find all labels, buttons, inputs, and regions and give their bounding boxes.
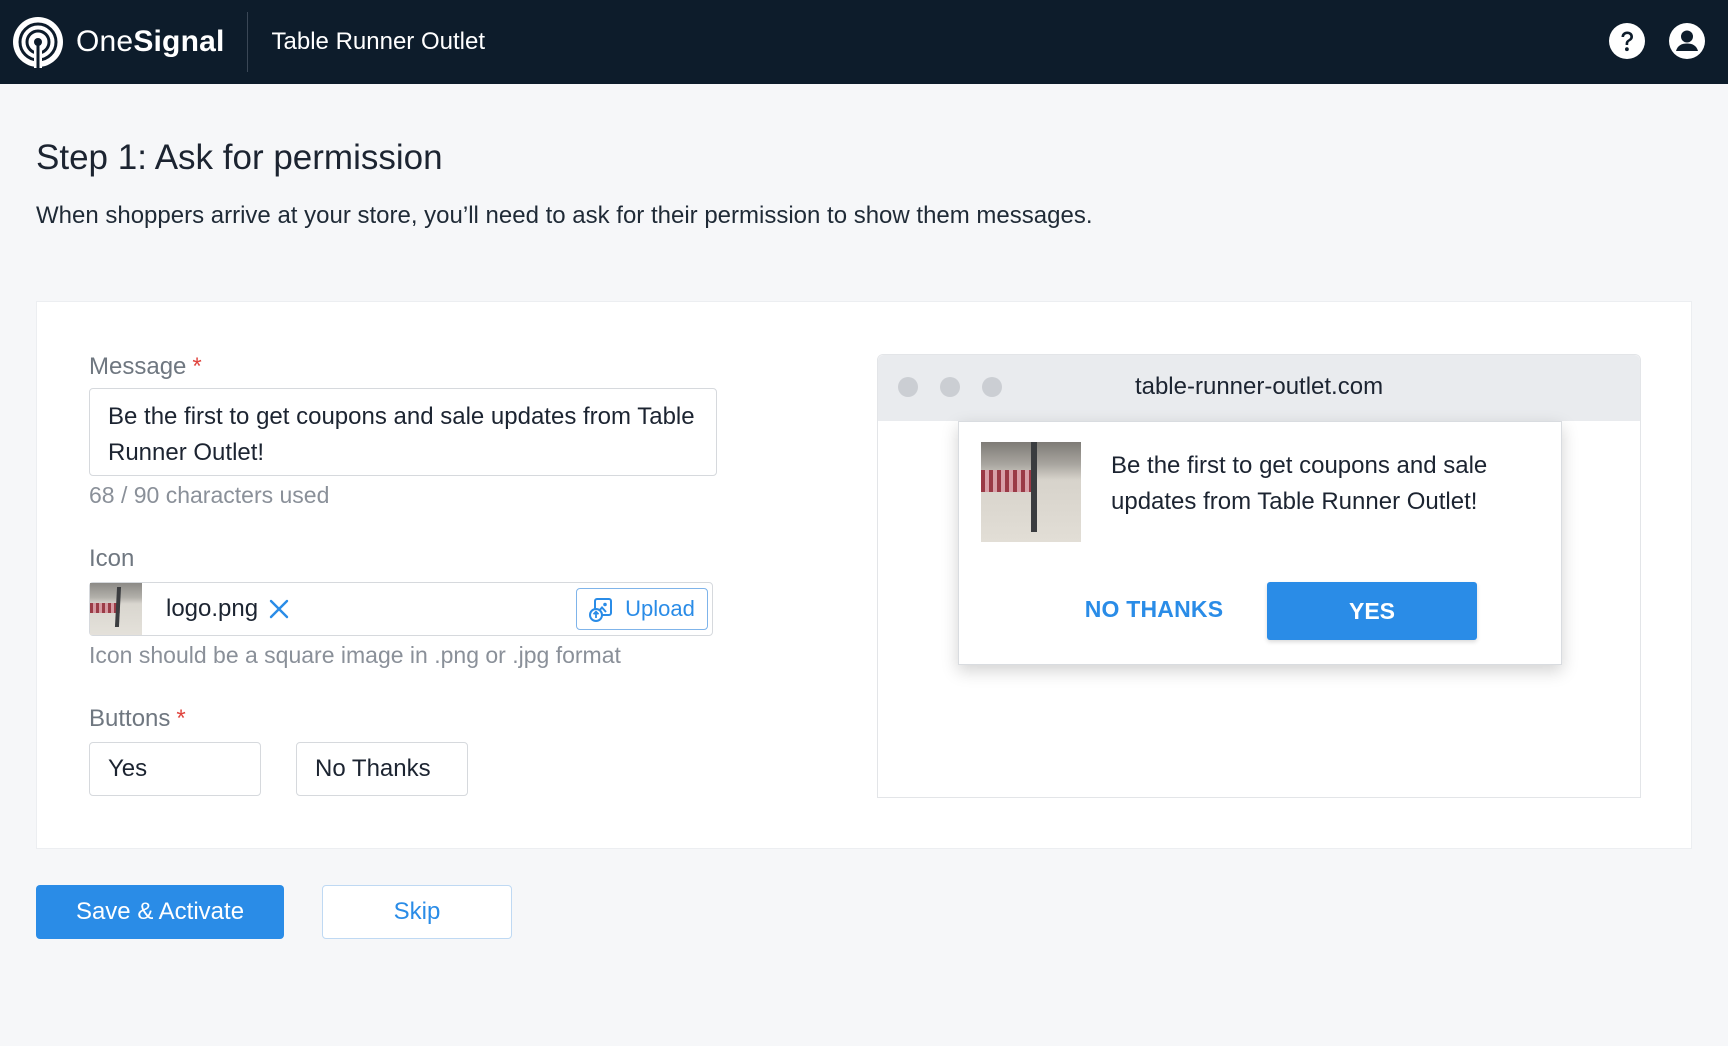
icon-label: Icon (89, 545, 135, 572)
remove-icon[interactable] (268, 598, 290, 620)
page-description: When shoppers arrive at your store, you’… (36, 202, 1093, 229)
icon-helper-text: Icon should be a square image in .png or… (89, 642, 621, 668)
upload-label: Upload (625, 596, 695, 621)
icon-filename: logo.png (166, 595, 259, 622)
image-upload-icon (589, 598, 613, 622)
buttons-label-text: Buttons (89, 705, 171, 732)
permission-card: Message * Be the first to get coupons and… (36, 301, 1692, 849)
accept-button-text-input[interactable]: Yes (89, 742, 261, 796)
prompt-icon-image (981, 442, 1081, 542)
icon-upload-field: logo.png Upload (89, 582, 713, 636)
help-icon[interactable] (1608, 22, 1646, 60)
message-input[interactable]: Be the first to get coupons and sale upd… (89, 388, 717, 476)
message-label: Message * (89, 353, 202, 381)
permission-prompt-preview: Be the first to get coupons and sale upd… (958, 421, 1562, 665)
account-icon[interactable] (1668, 22, 1706, 60)
brand-word-signal: Signal (133, 25, 225, 58)
save-activate-button[interactable]: Save & Activate (36, 885, 284, 939)
buttons-label: Buttons * (89, 705, 186, 733)
upload-button[interactable]: Upload (576, 588, 708, 630)
decline-button-text-input[interactable]: No Thanks (296, 742, 468, 796)
prompt-yes-button: YES (1267, 582, 1477, 640)
skip-button[interactable]: Skip (322, 885, 512, 939)
message-label-text: Message (89, 353, 187, 380)
top-bar: OneSignal Table Runner Outlet (0, 0, 1728, 84)
header-divider (246, 12, 248, 72)
brand-word-one: One (76, 25, 134, 58)
prompt-no-thanks-button: NO THANKS (1084, 596, 1224, 622)
browser-preview: table-runner-outlet.com Be the first to … (877, 354, 1641, 798)
onesignal-logo-icon (13, 17, 63, 68)
required-mark: * (176, 705, 186, 732)
prompt-message: Be the first to get coupons and sale upd… (1111, 452, 1488, 515)
browser-bar: table-runner-outlet.com (878, 355, 1640, 421)
brand-name: OneSignal (76, 25, 225, 59)
app-name[interactable]: Table Runner Outlet (272, 28, 485, 56)
icon-thumbnail (90, 583, 142, 635)
message-char-count: 68 / 90 characters used (89, 482, 330, 508)
required-mark: * (192, 353, 202, 380)
onesignal-logo[interactable]: OneSignal (12, 0, 225, 84)
header-actions (1608, 22, 1706, 60)
page-title: Step 1: Ask for permission (36, 138, 443, 177)
browser-url: table-runner-outlet.com (1134, 373, 1384, 400)
